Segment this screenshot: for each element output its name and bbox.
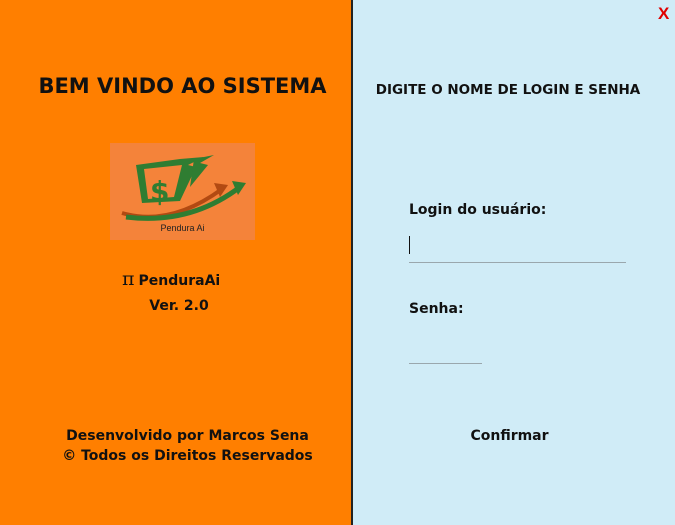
app-name-text: PenduraAi xyxy=(138,273,221,289)
password-input[interactable] xyxy=(409,336,482,364)
credits-copyright: © Todos os Direitos Reservados xyxy=(62,448,313,464)
password-label: Senha: xyxy=(409,301,464,317)
app-name: π PenduraAi xyxy=(122,268,220,290)
confirm-button[interactable]: Confirmar xyxy=(454,423,565,449)
login-window: BEM VINDO AO SISTEMA $ Pendura Ai π Pendu… xyxy=(0,0,675,525)
login-instruction: DIGITE O NOME DE LOGIN E SENHA xyxy=(375,82,641,98)
app-logo: $ Pendura Ai xyxy=(110,143,255,240)
welcome-title: BEM VINDO AO SISTEMA xyxy=(38,74,327,98)
credits-author: Desenvolvido por Marcos Sena xyxy=(66,428,309,444)
svg-text:$: $ xyxy=(150,175,169,208)
username-input[interactable] xyxy=(409,232,626,263)
username-label: Login do usuário: xyxy=(409,202,547,218)
close-button[interactable]: X xyxy=(658,4,669,24)
text-caret xyxy=(409,236,410,254)
version-label: Ver. 2.0 xyxy=(149,298,209,314)
credits: Desenvolvido por Marcos Sena © Todos os … xyxy=(0,426,375,466)
logo-caption: Pendura Ai xyxy=(160,223,205,233)
pi-icon: π xyxy=(122,268,135,290)
